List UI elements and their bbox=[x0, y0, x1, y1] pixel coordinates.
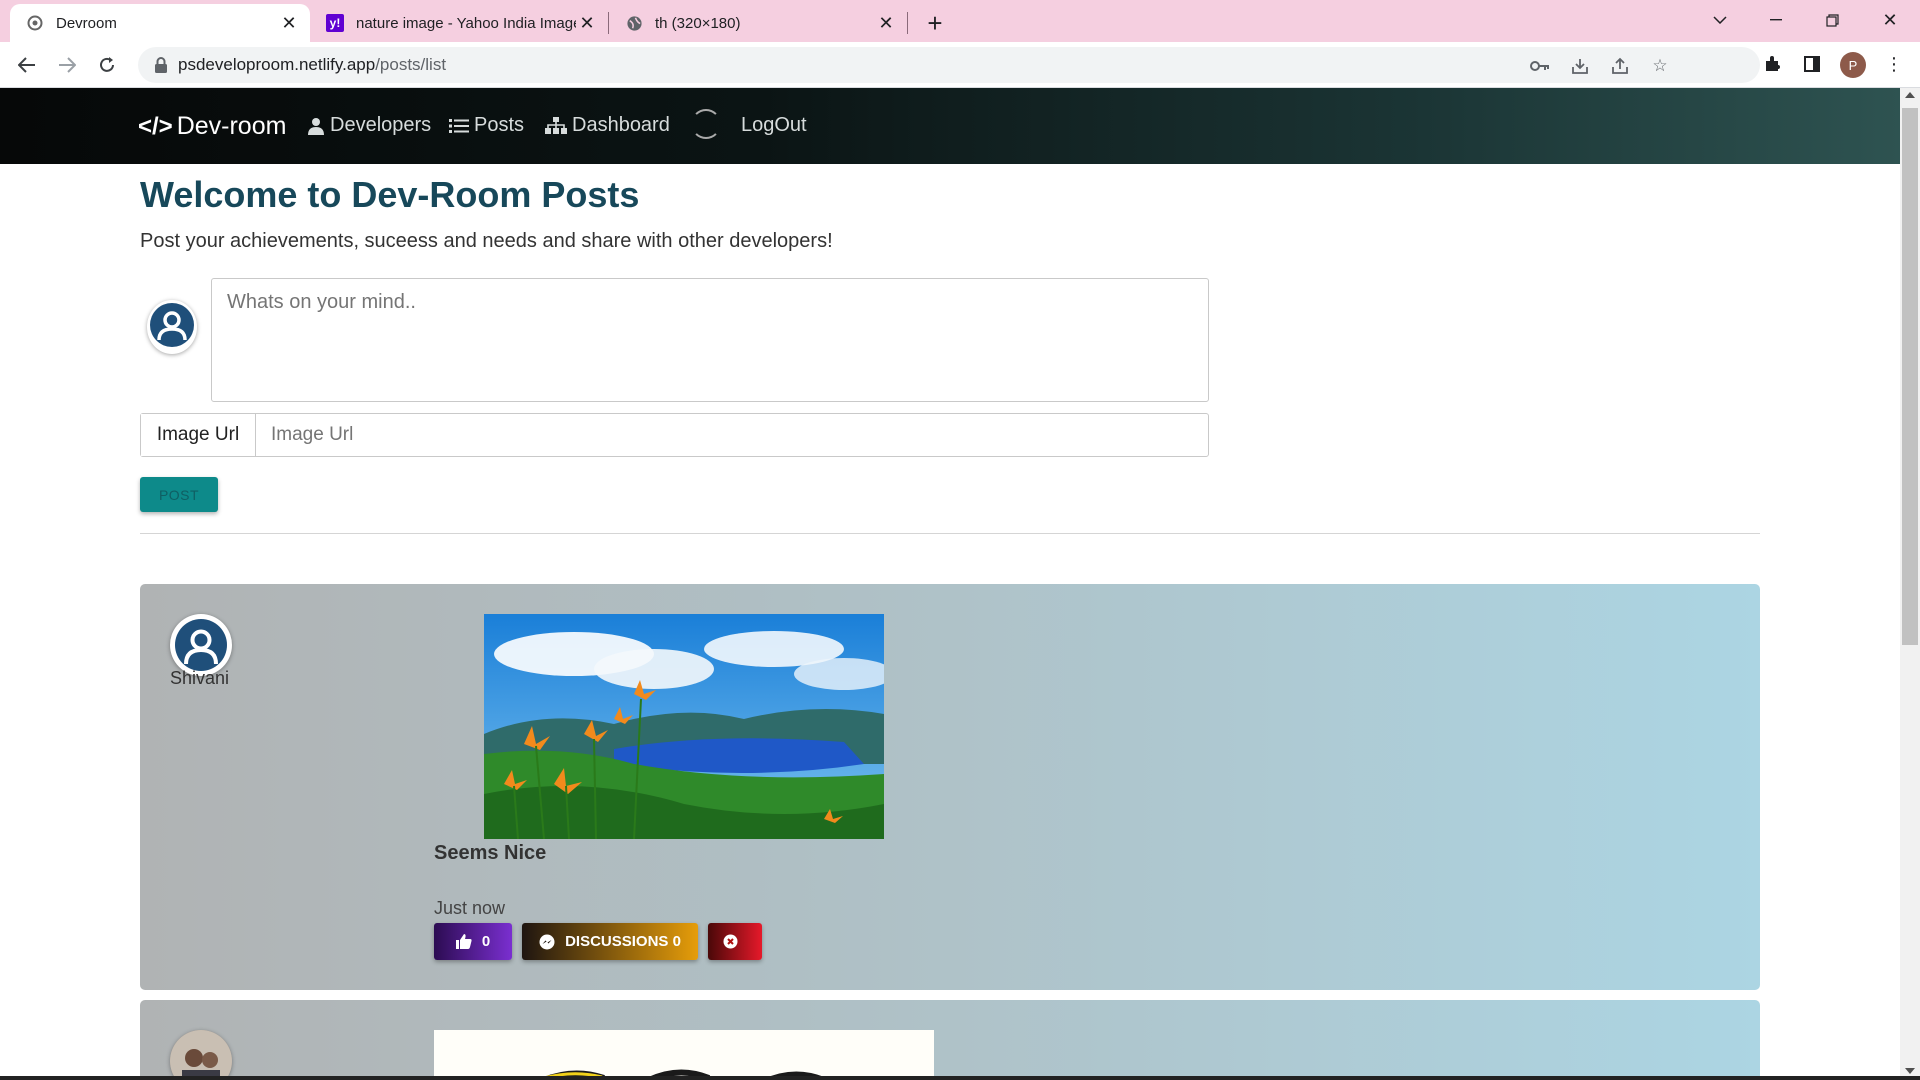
thumbs-up-icon bbox=[455, 934, 472, 949]
scroll-down-icon[interactable] bbox=[1905, 1068, 1915, 1074]
post-author-name[interactable]: Shivani bbox=[170, 668, 229, 689]
list-icon bbox=[449, 118, 469, 133]
like-button[interactable]: 0 bbox=[434, 923, 512, 960]
tab-separator bbox=[907, 12, 908, 34]
image-url-group: Image Url bbox=[140, 413, 1209, 457]
globe-icon bbox=[625, 14, 643, 32]
close-window-icon[interactable]: ✕ bbox=[1862, 0, 1918, 40]
post-text: Seems Nice bbox=[434, 842, 547, 864]
scroll-up-icon[interactable] bbox=[1905, 92, 1915, 98]
tab-title: Devroom bbox=[56, 14, 117, 32]
key-icon[interactable] bbox=[1528, 55, 1552, 77]
side-panel-icon[interactable] bbox=[1800, 52, 1824, 76]
post-image bbox=[434, 1030, 934, 1080]
extensions-icon[interactable] bbox=[1760, 52, 1784, 76]
page-title: Welcome to Dev-Room Posts bbox=[140, 174, 640, 215]
brand-name: Dev-room bbox=[176, 112, 287, 140]
scroll-thumb[interactable] bbox=[1902, 108, 1918, 645]
discussions-button[interactable]: DISCUSSIONS 0 bbox=[522, 923, 698, 960]
tab-title: nature image - Yahoo India Image bbox=[356, 14, 576, 32]
loading-spinner-icon bbox=[691, 109, 721, 139]
profile-avatar[interactable]: P bbox=[1840, 52, 1866, 78]
restore-icon[interactable] bbox=[1804, 0, 1860, 40]
browser-toolbar: psdeveloproom.netlify.app/posts/list ☆ ⋮ bbox=[0, 42, 1920, 88]
back-icon[interactable] bbox=[12, 50, 42, 80]
image-url-label: Image Url bbox=[141, 414, 256, 456]
page-lead: Post your achievements, suceess and need… bbox=[140, 230, 833, 252]
close-tab-icon[interactable]: ✕ bbox=[875, 12, 897, 34]
reload-icon[interactable] bbox=[92, 50, 122, 80]
nav-posts[interactable]: Posts bbox=[449, 114, 524, 137]
nav-logout[interactable]: LogOut bbox=[741, 114, 807, 137]
post-card bbox=[140, 1000, 1760, 1080]
new-tab-icon[interactable]: + bbox=[918, 8, 952, 38]
user-avatar-icon bbox=[150, 303, 194, 347]
tab-devroom[interactable]: Devroom ✕ bbox=[10, 4, 310, 42]
code-icon: </> bbox=[138, 112, 173, 140]
close-tab-icon[interactable]: ✕ bbox=[576, 12, 598, 34]
address-bar[interactable]: psdeveloproom.netlify.app/posts/list ☆ bbox=[138, 47, 1760, 83]
install-icon[interactable] bbox=[1568, 55, 1592, 77]
tab-strip: Devroom ✕ y! nature image - Yahoo India … bbox=[0, 0, 1920, 42]
nav-dashboard-label: Dashboard bbox=[572, 114, 670, 136]
lock-icon bbox=[155, 57, 167, 73]
like-count: 0 bbox=[481, 933, 491, 950]
post-card: Shivani Seems Nice Just now 0 DISCUSSION… bbox=[140, 584, 1760, 990]
nav-logout-label: LogOut bbox=[741, 114, 807, 136]
yahoo-favicon-icon: y! bbox=[326, 14, 344, 32]
nav-developers-label: Developers bbox=[330, 114, 432, 136]
image-url-input[interactable] bbox=[256, 414, 1208, 456]
forward-icon[interactable] bbox=[52, 50, 82, 80]
post-time: Just now bbox=[434, 898, 506, 918]
discussions-label: DISCUSSIONS 0 bbox=[565, 933, 681, 950]
taskbar-edge bbox=[0, 1076, 1920, 1080]
tab-th[interactable]: th (320×180) ✕ bbox=[609, 4, 907, 42]
messenger-icon bbox=[539, 934, 555, 949]
devroom-favicon-icon bbox=[26, 14, 44, 32]
post-author-avatar[interactable] bbox=[170, 1030, 232, 1080]
user-avatar-icon bbox=[175, 619, 227, 671]
tab-title: th (320×180) bbox=[655, 14, 741, 32]
photo-avatar-icon bbox=[170, 1030, 232, 1080]
post-button[interactable]: POST bbox=[140, 477, 218, 512]
nav-posts-label: Posts bbox=[474, 114, 525, 136]
menu-kebab-icon[interactable]: ⋮ bbox=[1882, 52, 1906, 76]
tab-search-icon[interactable] bbox=[1692, 0, 1748, 40]
site-navbar: </> Dev-room Developers Posts Dashboard … bbox=[0, 88, 1900, 164]
sitemap-icon bbox=[545, 116, 567, 134]
close-tab-icon[interactable]: ✕ bbox=[278, 12, 300, 34]
current-user-avatar bbox=[147, 300, 197, 354]
tab-yahoo[interactable]: y! nature image - Yahoo India Image ✕ bbox=[310, 4, 608, 42]
user-icon bbox=[308, 117, 324, 135]
nav-dashboard[interactable]: Dashboard bbox=[545, 114, 670, 137]
delete-button[interactable] bbox=[708, 923, 762, 960]
bookmark-star-icon[interactable]: ☆ bbox=[1648, 55, 1672, 77]
share-icon[interactable] bbox=[1608, 55, 1632, 77]
post-image bbox=[484, 614, 884, 839]
page-scrollbar[interactable] bbox=[1900, 88, 1920, 1080]
brand-logo[interactable]: </> Dev-room bbox=[138, 112, 286, 141]
close-circle-icon bbox=[723, 934, 737, 949]
post-author-avatar[interactable] bbox=[170, 614, 232, 676]
nav-developers[interactable]: Developers bbox=[307, 114, 431, 137]
url-text: psdeveloproom.netlify.app/posts/list bbox=[178, 55, 447, 74]
minimize-icon[interactable] bbox=[1748, 0, 1804, 40]
post-text-input[interactable] bbox=[211, 278, 1209, 402]
divider bbox=[140, 533, 1760, 534]
